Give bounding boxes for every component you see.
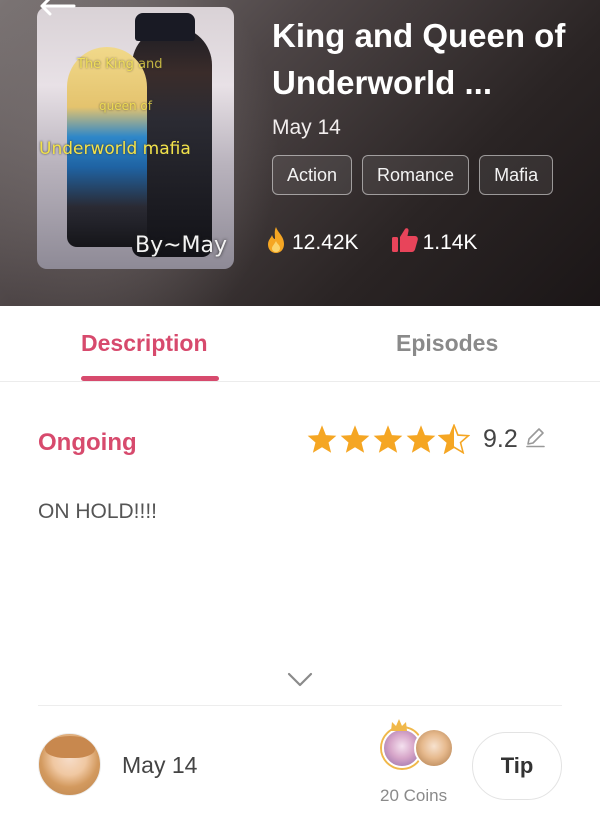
cover-author-mark: By~May [135, 233, 228, 258]
crown-icon [390, 718, 408, 737]
edit-icon[interactable] [524, 426, 546, 453]
tip-button[interactable]: Tip [472, 732, 562, 800]
views-count: 12.42K [292, 231, 359, 254]
star-icon [373, 425, 403, 453]
book-stats: 12.42K 1.14K [264, 226, 509, 260]
likes-count: 1.14K [422, 231, 478, 254]
book-cover: The King and queen of Underworld mafia B… [37, 7, 234, 269]
author-date: May 14 [122, 752, 198, 778]
tab-description[interactable]: Description [81, 330, 208, 357]
rating-stars [306, 424, 471, 454]
cover-text-line1: The King and [77, 57, 163, 72]
chevron-down-icon[interactable] [284, 668, 316, 692]
thumbs-up-icon [391, 227, 423, 259]
back-arrow-icon[interactable] [36, 0, 76, 24]
tip-supporters[interactable] [382, 719, 454, 772]
publish-date: May 14 [272, 116, 341, 139]
star-icon [340, 425, 370, 453]
active-tab-indicator [81, 376, 219, 381]
book-title: King and Queen of Underworld ... [272, 17, 566, 101]
book-header: The King and queen of Underworld mafia B… [0, 0, 600, 306]
description-text: ON HOLD!!!! [38, 500, 158, 523]
rating-value: 9.2 [483, 424, 518, 453]
tag-mafia[interactable]: Mafia [479, 155, 554, 195]
star-icon [406, 425, 436, 453]
cover-text-line3: Underworld mafia [39, 139, 191, 159]
section-divider [38, 705, 562, 706]
cover-text-line2: queen of [99, 99, 152, 113]
likes-stat: 1.14K [391, 227, 478, 259]
content-tabs: Description Episodes [0, 306, 600, 382]
tag-action[interactable]: Action [272, 155, 353, 195]
cover-hat [135, 13, 195, 41]
tab-episodes[interactable]: Episodes [396, 330, 498, 357]
half-star-icon [438, 424, 470, 454]
coins-label: 20 Coins [380, 786, 448, 805]
star-icon [307, 425, 337, 453]
fire-icon [264, 226, 292, 260]
views-stat: 12.42K [264, 226, 359, 260]
tag-romance[interactable]: Romance [362, 155, 470, 195]
genre-tags: Action Romance Mafia [272, 155, 554, 195]
status-badge: Ongoing [38, 429, 137, 456]
supporter-avatar [414, 728, 454, 768]
rating: 9.2 [306, 424, 546, 454]
author-avatar[interactable] [38, 733, 101, 796]
